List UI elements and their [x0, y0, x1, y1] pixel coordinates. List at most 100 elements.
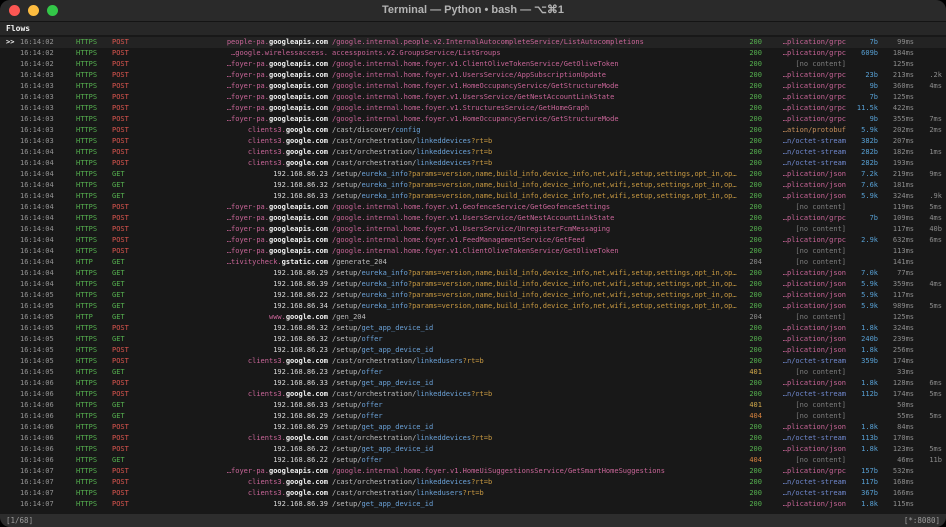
flow-row[interactable]: 16:14:06 HTTPS GET 192.168.86.33 /setup/…	[0, 400, 946, 411]
flow-host-domain: 192.168.86.22	[273, 291, 328, 299]
flow-row[interactable]: 16:14:03 HTTPS POST …foyer-pa.googleapis…	[0, 70, 946, 81]
flow-host: 192.168.86.23	[138, 345, 328, 356]
flow-row[interactable]: 16:14:03 HTTPS POST clients3.google.com …	[0, 125, 946, 136]
flow-row[interactable]: 16:14:07 HTTPS POST clients3.google.com …	[0, 477, 946, 488]
minimize-button[interactable]	[28, 5, 39, 16]
flow-row[interactable]: 16:14:05 HTTPS GET 192.168.86.22 /setup/…	[0, 290, 946, 301]
flow-host-subdomain: clients3.	[248, 159, 286, 167]
flow-row[interactable]: 16:14:06 HTTPS POST 192.168.86.22 /setup…	[0, 444, 946, 455]
flow-timestamp: 16:14:03	[20, 103, 76, 114]
flow-host-domain: googleapis.com	[269, 236, 328, 244]
flow-row[interactable]: 16:14:03 HTTPS POST …foyer-pa.googleapis…	[0, 114, 946, 125]
flow-extra-metric: 9ms	[914, 169, 946, 180]
flow-duration: 182ms	[878, 147, 914, 158]
flow-row[interactable]: 16:14:03 HTTPS POST …foyer-pa.googleapis…	[0, 92, 946, 103]
flow-status-code: 200	[738, 70, 762, 81]
flow-scheme: HTTPS	[76, 279, 112, 290]
flow-host: 192.168.86.39	[138, 499, 328, 510]
flow-status-code: 200	[738, 488, 762, 499]
flow-method: GET	[112, 169, 138, 180]
flow-size: 5.9k	[846, 290, 878, 301]
flow-row[interactable]: 16:14:04 HTTPS GET 192.168.86.32 /setup/…	[0, 180, 946, 191]
flow-content-type: …n/octet-stream	[762, 389, 846, 400]
zoom-button[interactable]	[47, 5, 58, 16]
flow-host-domain: google.com	[286, 390, 328, 398]
flow-row[interactable]: 16:14:05 HTTPS GET 192.168.86.23 /setup/…	[0, 367, 946, 378]
close-button[interactable]	[9, 5, 20, 16]
flow-extra-metric	[914, 158, 946, 169]
flow-row[interactable]: 16:14:06 HTTPS POST 192.168.86.29 /setup…	[0, 422, 946, 433]
flow-row[interactable]: 16:14:05 HTTPS POST clients3.google.com …	[0, 356, 946, 367]
flow-row[interactable]: 16:14:07 HTTPS POST …foyer-pa.googleapis…	[0, 466, 946, 477]
flow-row[interactable]: 16:14:04 HTTPS POST …foyer-pa.googleapis…	[0, 202, 946, 213]
flow-row[interactable]: 16:14:04 HTTPS POST clients3.google.com …	[0, 147, 946, 158]
flow-timestamp: 16:14:04	[20, 279, 76, 290]
flow-status-code: 200	[738, 389, 762, 400]
flow-scheme: HTTPS	[76, 378, 112, 389]
flow-row[interactable]: 16:14:04 HTTPS GET 192.168.86.39 /setup/…	[0, 279, 946, 290]
flow-row[interactable]: 16:14:04 HTTPS GET 192.168.86.33 /setup/…	[0, 191, 946, 202]
flow-path: /google.internal.home.foyer.v1.UsersServ…	[328, 224, 738, 235]
flow-size: 7.0k	[846, 268, 878, 279]
flow-timestamp: 16:14:06	[20, 422, 76, 433]
flow-row[interactable]: 16:14:05 HTTPS POST 192.168.86.23 /setup…	[0, 345, 946, 356]
flow-row[interactable]: 16:14:06 HTTPS POST 192.168.86.33 /setup…	[0, 378, 946, 389]
flow-row[interactable]: 16:14:06 HTTPS GET 192.168.86.22 /setup/…	[0, 455, 946, 466]
flow-scheme: HTTP	[76, 312, 112, 323]
focus-marker	[0, 125, 20, 136]
flow-row[interactable]: 16:14:04 HTTPS POST …foyer-pa.googleapis…	[0, 246, 946, 257]
flow-row[interactable]: 16:14:03 HTTPS POST …foyer-pa.googleapis…	[0, 103, 946, 114]
flow-method: POST	[112, 246, 138, 257]
flow-timestamp: 16:14:04	[20, 158, 76, 169]
flow-scheme: HTTPS	[76, 422, 112, 433]
flow-row[interactable]: 16:14:06 HTTPS POST clients3.google.com …	[0, 433, 946, 444]
flow-method: POST	[112, 356, 138, 367]
flow-size	[846, 202, 878, 213]
flow-row[interactable]: 16:14:05 HTTPS POST 192.168.86.32 /setup…	[0, 323, 946, 334]
flow-row[interactable]: 16:14:06 HTTPS GET 192.168.86.29 /setup/…	[0, 411, 946, 422]
flow-size: 382b	[846, 136, 878, 147]
flow-row[interactable]: 16:14:07 HTTPS POST 192.168.86.39 /setup…	[0, 499, 946, 510]
flow-content-type: …n/octet-stream	[762, 147, 846, 158]
flow-host-domain: googleapis.com	[269, 93, 328, 101]
flow-timestamp: 16:14:06	[20, 444, 76, 455]
flow-content-type: …n/octet-stream	[762, 356, 846, 367]
flow-row[interactable]: 16:14:05 HTTP GET www.google.com /gen_20…	[0, 312, 946, 323]
flow-duration: 109ms	[878, 213, 914, 224]
flow-host-subdomain: …foyer-pa.	[227, 247, 269, 255]
flow-scheme: HTTPS	[76, 477, 112, 488]
flow-row[interactable]: 16:14:04 HTTPS POST clients3.google.com …	[0, 158, 946, 169]
flow-path: /setup/eureka_info?params=version,name,b…	[328, 301, 738, 312]
flow-row[interactable]: 16:14:02 HTTPS POST …foyer-pa.googleapis…	[0, 59, 946, 70]
flow-path: accesspoints.v2.GroupsService/ListGroups	[328, 48, 738, 59]
focus-marker	[0, 433, 20, 444]
flow-timestamp: 16:14:02	[20, 48, 76, 59]
flow-host-subdomain: people-pa.	[227, 38, 269, 46]
flow-row[interactable]: 16:14:04 HTTPS POST …foyer-pa.googleapis…	[0, 235, 946, 246]
flow-host: …google.wirelessaccess.	[138, 48, 328, 59]
flow-row[interactable]: 16:14:04 HTTP GET …tivitycheck.gstatic.c…	[0, 257, 946, 268]
flow-path: /generate_204	[328, 257, 738, 268]
flow-row[interactable]: 16:14:04 HTTPS POST …foyer-pa.googleapis…	[0, 213, 946, 224]
flow-status-code: 200	[738, 37, 762, 48]
flow-host: …foyer-pa.googleapis.com	[138, 59, 328, 70]
flow-scheme: HTTPS	[76, 367, 112, 378]
flow-row[interactable]: 16:14:06 HTTPS POST clients3.google.com …	[0, 389, 946, 400]
flow-content-type: …plication/json	[762, 334, 846, 345]
flow-row[interactable]: 16:14:04 HTTPS GET 192.168.86.29 /setup/…	[0, 268, 946, 279]
flow-status-code: 200	[738, 136, 762, 147]
flow-row[interactable]: 16:14:02 HTTPS POST …google.wirelessacce…	[0, 48, 946, 59]
flow-host: …foyer-pa.googleapis.com	[138, 92, 328, 103]
flow-row[interactable]: 16:14:03 HTTPS POST clients3.google.com …	[0, 136, 946, 147]
flow-host-domain: 192.168.86.22	[273, 445, 328, 453]
flow-row[interactable]: 16:14:05 HTTPS GET 192.168.86.32 /setup/…	[0, 334, 946, 345]
flow-duration: 219ms	[878, 169, 914, 180]
flow-host-domain: 192.168.86.23	[273, 170, 328, 178]
flow-row[interactable]: >> 16:14:02 HTTPS POST people-pa.googlea…	[0, 37, 946, 48]
flow-row[interactable]: 16:14:04 HTTPS GET 192.168.86.23 /setup/…	[0, 169, 946, 180]
flow-row[interactable]: 16:14:04 HTTPS POST …foyer-pa.googleapis…	[0, 224, 946, 235]
flow-path: /cast/orchestration/linkeddevices?rt=b	[328, 433, 738, 444]
flow-row[interactable]: 16:14:07 HTTPS POST clients3.google.com …	[0, 488, 946, 499]
flow-row[interactable]: 16:14:05 HTTPS GET 192.168.86.34 /setup/…	[0, 301, 946, 312]
flow-row[interactable]: 16:14:03 HTTPS POST …foyer-pa.googleapis…	[0, 81, 946, 92]
